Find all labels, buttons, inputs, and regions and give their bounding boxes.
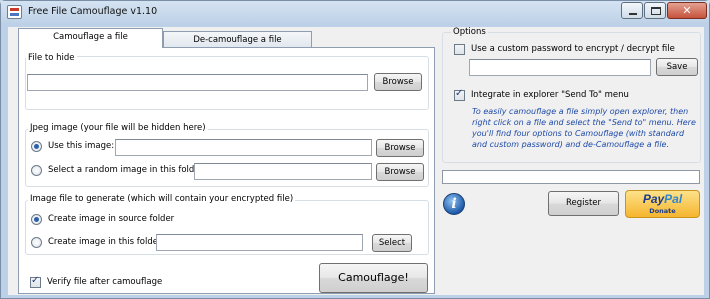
select-folder-button[interactable]: Select bbox=[372, 234, 412, 252]
random-folder-input[interactable] bbox=[194, 163, 372, 180]
camouflage-panel: File to hide Browse Jpeg image (your fil… bbox=[18, 47, 435, 294]
options-group-label: Options bbox=[451, 27, 488, 37]
paypal-donate-button[interactable]: PayPal Donate bbox=[625, 190, 700, 218]
use-this-image-label: Use this image: bbox=[48, 141, 115, 151]
register-button[interactable]: Register bbox=[548, 191, 619, 216]
source-folder-radio[interactable] bbox=[31, 214, 42, 225]
close-icon: ✕ bbox=[682, 4, 692, 17]
maximize-button[interactable] bbox=[644, 2, 666, 19]
save-password-button[interactable]: Save bbox=[656, 58, 698, 76]
this-folder-label: Create image in this folder: bbox=[48, 237, 165, 247]
jpeg-image-group-label: Jpeg image (your file will be hidden her… bbox=[28, 123, 208, 133]
minimize-button[interactable] bbox=[621, 2, 643, 19]
file-to-hide-group: File to hide Browse bbox=[25, 53, 429, 110]
camouflage-button[interactable]: Camouflage! bbox=[319, 263, 428, 293]
minimize-icon bbox=[629, 13, 637, 15]
close-button[interactable]: ✕ bbox=[667, 2, 707, 19]
file-to-hide-input[interactable] bbox=[27, 74, 368, 91]
use-this-image-radio[interactable] bbox=[31, 141, 42, 152]
window-title: Free File Camouflage v1.10 bbox=[28, 6, 158, 17]
tab-camouflage[interactable]: Camouflage a file bbox=[18, 28, 163, 48]
paypal-logo: PayPal bbox=[642, 192, 683, 206]
donate-label: Donate bbox=[649, 207, 676, 215]
send-to-info-text: To easily camouflage a file simply open … bbox=[472, 107, 696, 149]
random-image-radio[interactable] bbox=[31, 165, 42, 176]
maximize-icon bbox=[651, 7, 661, 15]
folder-browse-button[interactable]: Browse bbox=[376, 163, 424, 181]
verify-label: Verify file after camouflage bbox=[47, 277, 163, 287]
generate-image-group: Image file to generate (which will conta… bbox=[25, 194, 429, 255]
send-to-label: Integrate in explorer "Send To" menu bbox=[471, 90, 629, 100]
output-folder-input[interactable] bbox=[156, 234, 363, 251]
title-bar[interactable]: Free File Camouflage v1.10 ✕ bbox=[1, 1, 709, 23]
client-area: Camouflage a file De-camouflage a file F… bbox=[8, 27, 704, 295]
info-icon[interactable]: i bbox=[443, 193, 465, 215]
jpeg-image-group: Jpeg image (your file will be hidden her… bbox=[25, 123, 429, 187]
verify-checkbox[interactable] bbox=[30, 275, 41, 288]
options-group: Options Use a custom password to encrypt… bbox=[442, 27, 701, 163]
password-input[interactable] bbox=[469, 59, 651, 76]
custom-password-checkbox[interactable] bbox=[454, 44, 465, 55]
generate-image-group-label: Image file to generate (which will conta… bbox=[28, 194, 296, 204]
image-path-input[interactable] bbox=[115, 139, 372, 156]
app-icon[interactable] bbox=[7, 5, 22, 19]
random-image-label: Select a random image in this folder: bbox=[48, 165, 206, 175]
source-folder-label: Create image in source folder bbox=[48, 214, 175, 224]
this-folder-radio[interactable] bbox=[31, 237, 42, 248]
file-to-hide-label: File to hide bbox=[26, 53, 77, 63]
file-browse-button[interactable]: Browse bbox=[374, 73, 422, 91]
app-window: Free File Camouflage v1.10 ✕ Camouflage … bbox=[0, 0, 710, 299]
progress-bar bbox=[442, 170, 700, 184]
send-to-checkbox[interactable] bbox=[454, 88, 465, 101]
custom-password-label: Use a custom password to encrypt / decry… bbox=[471, 44, 675, 54]
image-browse-button[interactable]: Browse bbox=[376, 139, 424, 157]
